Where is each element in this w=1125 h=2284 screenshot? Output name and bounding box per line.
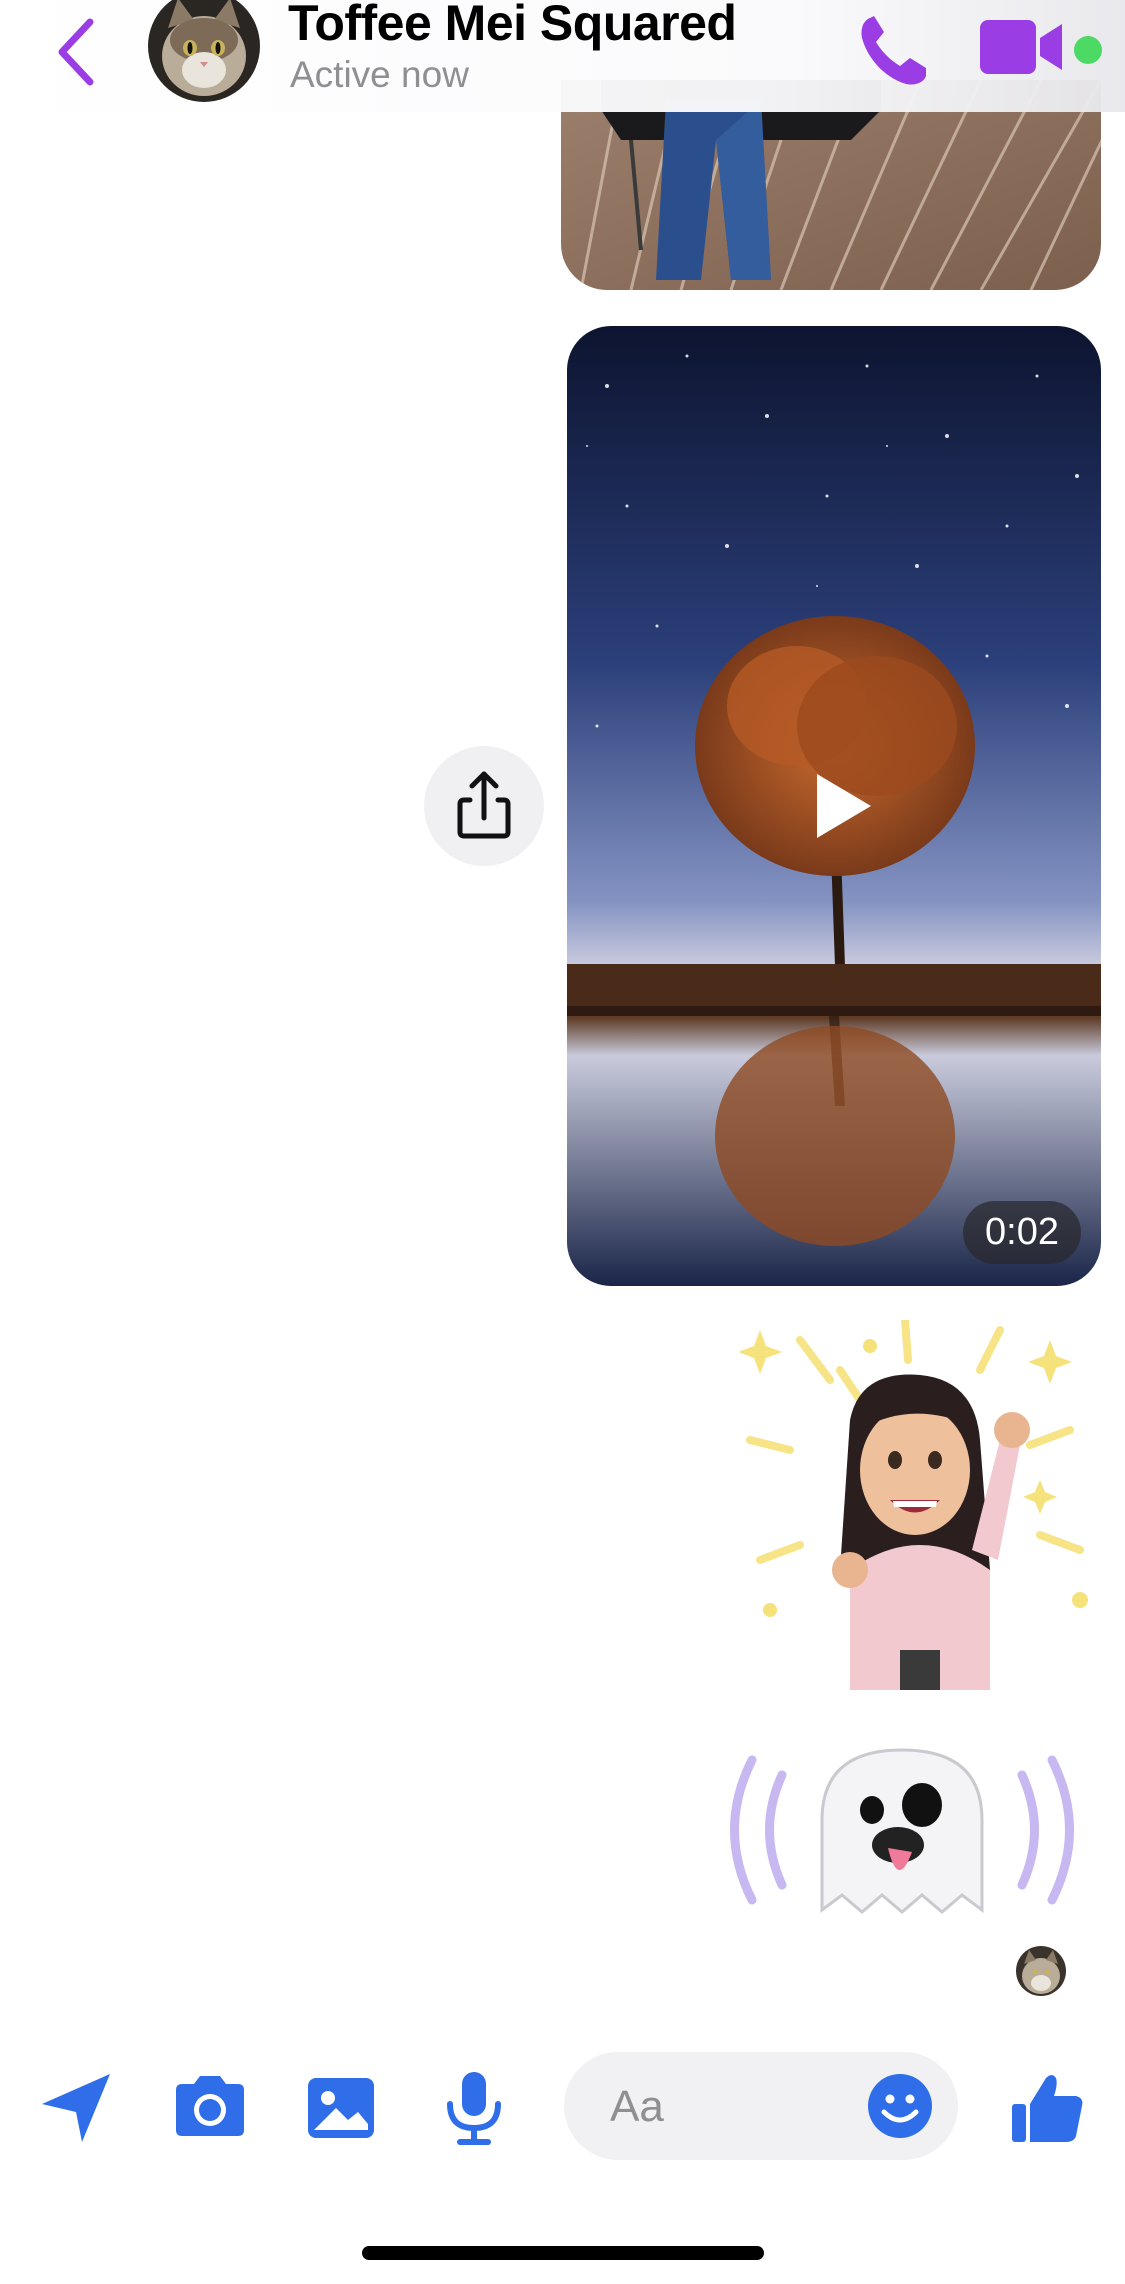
back-button[interactable]	[40, 8, 110, 88]
smiley-icon	[868, 2074, 932, 2138]
ghost-emoji-message[interactable]	[712, 1730, 1092, 1930]
camera-button[interactable]	[170, 2068, 250, 2148]
gallery-button[interactable]	[302, 2068, 382, 2148]
home-indicator[interactable]	[362, 2246, 764, 2260]
share-button[interactable]	[424, 746, 544, 866]
phone-icon	[861, 16, 926, 85]
microphone-icon	[447, 2072, 501, 2145]
chat-header: Toffee Mei Squared Active now	[0, 0, 1125, 112]
camera-icon	[176, 2076, 244, 2136]
message-input-placeholder: Aa	[610, 2082, 664, 2131]
video-camera-icon	[980, 20, 1062, 74]
emoji-button[interactable]	[866, 2072, 934, 2140]
location-button[interactable]	[38, 2068, 118, 2148]
read-receipt-avatar	[1016, 1946, 1066, 1996]
video-duration: 0:02	[963, 1201, 1081, 1264]
play-icon[interactable]	[797, 764, 881, 848]
online-indicator	[1074, 36, 1102, 64]
location-arrow-icon	[42, 2074, 110, 2142]
share-icon	[457, 771, 511, 839]
contact-avatar[interactable]	[148, 0, 260, 102]
image-icon	[308, 2078, 374, 2138]
memoji-sticker[interactable]	[738, 1316, 1100, 1690]
voice-message-button[interactable]	[434, 2068, 514, 2148]
voice-call-button[interactable]	[852, 6, 932, 92]
message-input[interactable]: Aa	[564, 2052, 958, 2160]
message-composer: Aa	[0, 2040, 1125, 2170]
back-chevron-icon	[58, 18, 94, 86]
contact-name[interactable]: Toffee Mei Squared	[288, 0, 737, 52]
like-button[interactable]	[1008, 2068, 1088, 2148]
active-status: Active now	[290, 54, 469, 95]
video-call-button[interactable]	[978, 14, 1064, 80]
thumbs-up-icon	[1012, 2075, 1083, 2142]
video-message[interactable]: 0:02	[567, 326, 1101, 1286]
